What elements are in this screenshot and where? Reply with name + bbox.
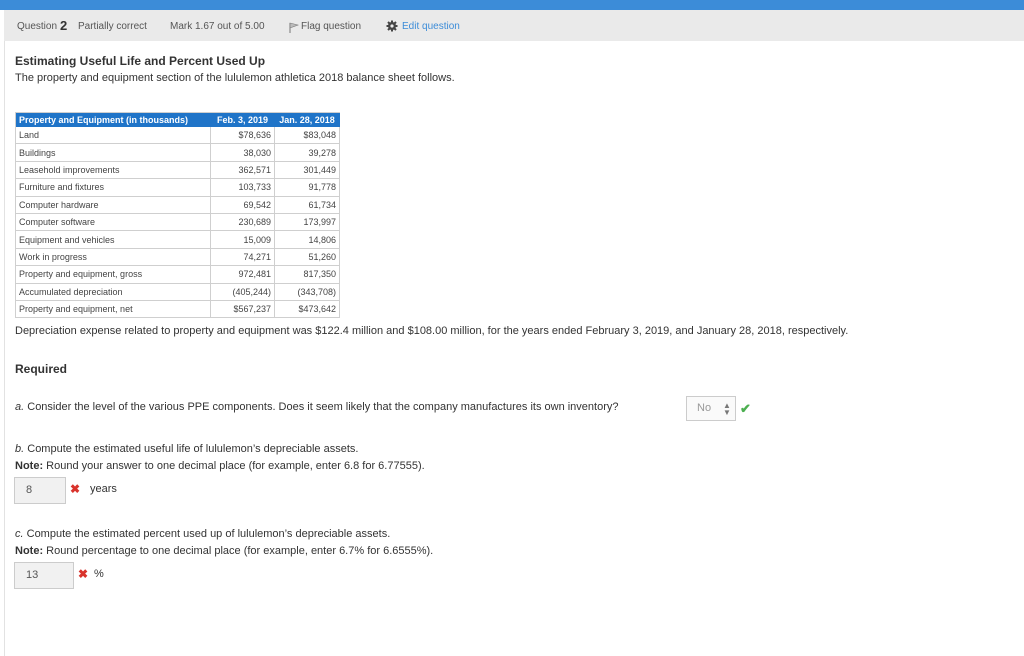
table-header-label: Property and Equipment (in thousands): [15, 112, 211, 127]
intro-text: The property and equipment section of th…: [15, 72, 455, 84]
row-label: Furniture and fixtures: [15, 178, 211, 197]
incorrect-x-icon: ✖: [78, 567, 89, 581]
part-c-letter: c.: [15, 528, 24, 540]
select-arrows-icon: ▲ ▼: [723, 401, 731, 417]
percent-used-input[interactable]: 13: [14, 562, 74, 589]
row-value-2018: $83,048: [274, 127, 340, 145]
part-c-question: c. Compute the estimated percent used up…: [15, 528, 390, 540]
row-value-2019: $567,237: [210, 300, 275, 319]
useful-life-input[interactable]: 8: [14, 477, 66, 504]
part-b-question: b. Compute the estimated useful life of …: [15, 443, 358, 455]
row-value-2018: 14,806: [274, 230, 340, 249]
part-b-note-label: Note:: [15, 460, 44, 472]
row-value-2018: 817,350: [274, 265, 340, 284]
table-row: Computer software 230,689 173,997: [15, 213, 340, 232]
incorrect-x-icon: ✖: [70, 482, 81, 496]
table-row: Property and equipment, gross 972,481 817,…: [15, 265, 340, 284]
question-info-bar: Question 2 Partially correct Mark 1.67 o…: [4, 10, 1024, 41]
part-a-question: a. Consider the level of the various PPE…: [15, 401, 619, 413]
row-value-2018: 173,997: [274, 213, 340, 232]
table-header-2019: Feb. 3, 2019: [210, 112, 275, 127]
row-value-2018: (343,708): [274, 283, 340, 301]
row-value-2019: 74,271: [210, 248, 275, 267]
table-header-2018: Jan. 28, 2018: [274, 112, 340, 127]
question-label: Question: [17, 21, 58, 32]
row-label: Buildings: [15, 143, 211, 162]
part-b-text: Compute the estimated useful life of lul…: [27, 443, 359, 455]
table-row: Work in progress 74,271 51,260: [15, 248, 340, 267]
part-a-text: Consider the level of the various PPE co…: [27, 401, 619, 413]
top-band: [0, 0, 1024, 10]
page-title: Estimating Useful Life and Percent Used …: [15, 54, 266, 68]
row-value-2019: 15,009: [210, 230, 275, 249]
table-row: Buildings 38,030 39,278: [15, 143, 340, 162]
row-label: Computer software: [15, 213, 211, 232]
question-status: Partially correct: [78, 21, 147, 32]
row-label: Land: [15, 127, 211, 145]
row-value-2018: 51,260: [274, 248, 340, 267]
row-value-2019: 362,571: [210, 161, 275, 180]
percent-unit-label: %: [94, 568, 104, 580]
row-value-2018: 301,449: [274, 161, 340, 180]
part-c-note-label: Note:: [15, 545, 44, 557]
depreciation-text: Depreciation expense related to property…: [15, 325, 849, 337]
part-a-answer-select[interactable]: No ▲ ▼: [686, 396, 736, 421]
row-value-2018: 61,734: [274, 196, 340, 214]
row-label: Equipment and vehicles: [15, 230, 211, 249]
part-b-note-text: Round your answer to one decimal place (…: [46, 460, 425, 472]
ppe-table: Property and Equipment (in thousands) Fe…: [15, 112, 340, 319]
row-label: Leasehold improvements: [15, 161, 211, 180]
table-header-row: Property and Equipment (in thousands) Fe…: [15, 112, 340, 127]
row-label: Work in progress: [15, 248, 211, 267]
row-label: Computer hardware: [15, 196, 211, 214]
table-row: Computer hardware 69,542 61,734: [15, 196, 340, 214]
table-row: Property and equipment, net $567,237 $473,…: [15, 300, 340, 319]
row-value-2018: 91,778: [274, 178, 340, 197]
part-a-selected-value: No: [697, 402, 712, 414]
flag-icon[interactable]: [289, 22, 299, 33]
row-value-2019: 230,689: [210, 213, 275, 232]
row-label: Property and equipment, net: [15, 300, 211, 319]
table-row: Furniture and fixtures 103,733 91,778: [15, 178, 340, 197]
row-value-2019: $78,636: [210, 127, 275, 145]
part-b-letter: b.: [15, 443, 25, 455]
part-c-text: Compute the estimated percent used up of…: [26, 528, 391, 540]
row-value-2018: 39,278: [274, 143, 340, 162]
part-c-note-text: Round percentage to one decimal place (f…: [46, 545, 434, 557]
years-unit-label: years: [90, 483, 117, 495]
part-b-note: Note: Round your answer to one decimal p…: [15, 460, 425, 472]
gear-icon[interactable]: [386, 20, 398, 32]
row-value-2019: (405,244): [210, 283, 275, 301]
left-border: [4, 41, 5, 656]
row-value-2019: 972,481: [210, 265, 275, 284]
row-label: Accumulated depreciation: [15, 283, 211, 301]
correct-check-icon: ✔: [740, 401, 751, 416]
table-row: Equipment and vehicles 15,009 14,806: [15, 230, 340, 249]
row-value-2019: 38,030: [210, 143, 275, 162]
table-row: Accumulated depreciation (405,244) (343,70…: [15, 283, 340, 301]
edit-question-link[interactable]: Edit question: [402, 21, 460, 32]
table-row: Leasehold improvements 362,571 301,449: [15, 161, 340, 180]
flag-question-link[interactable]: Flag question: [301, 21, 361, 32]
row-value-2019: 69,542: [210, 196, 275, 214]
required-heading: Required: [15, 362, 68, 376]
row-label: Property and equipment, gross: [15, 265, 211, 284]
question-mark: Mark 1.67 out of 5.00: [170, 21, 265, 32]
row-value-2019: 103,733: [210, 178, 275, 197]
question-number: 2: [60, 18, 68, 33]
table-row: Land $78,636 $83,048: [15, 127, 340, 145]
part-c-note: Note: Round percentage to one decimal pl…: [15, 545, 433, 557]
row-value-2018: $473,642: [274, 300, 340, 319]
part-a-letter: a.: [15, 401, 25, 413]
